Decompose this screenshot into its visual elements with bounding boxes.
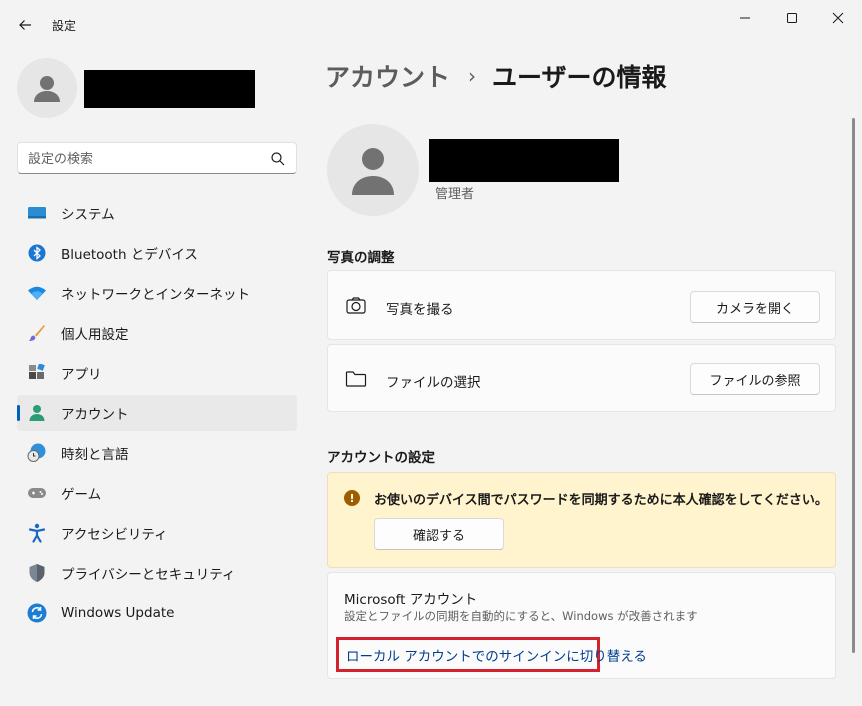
user-avatar [327, 124, 419, 216]
account-settings-title: アカウントの設定 [327, 450, 435, 466]
wifi-icon [27, 283, 47, 303]
sidebar-item-label: アクセシビリティ [61, 527, 168, 543]
bluetooth-icon [27, 243, 47, 263]
clock-globe-icon [27, 443, 47, 463]
verify-identity-banner: ! お使いのデバイス間でパスワードを同期するために本人確認をしてください。 確認… [327, 472, 836, 568]
close-icon [832, 12, 844, 24]
title-bar: 設定 [0, 0, 862, 48]
sidebar-item-time-language[interactable]: 時刻と言語 [17, 435, 297, 471]
sidebar-item-label: Windows Update [61, 605, 175, 621]
sidebar-nav: システム Bluetooth とデバイス ネットワークとインターネット 個人用設… [17, 195, 297, 635]
sidebar-item-privacy[interactable]: プライバシーとセキュリティ [17, 555, 297, 591]
take-photo-card: 写真を撮る カメラを開く [327, 270, 836, 340]
breadcrumb: アカウント › ユーザーの情報 [325, 58, 667, 94]
search-box[interactable] [17, 142, 297, 174]
sidebar-item-label: プライバシーとセキュリティ [61, 567, 236, 583]
sidebar-item-system[interactable]: システム [17, 195, 297, 231]
sidebar-item-apps[interactable]: アプリ [17, 355, 297, 391]
chevron-right-icon: › [468, 64, 477, 88]
open-camera-button[interactable]: カメラを開く [690, 291, 820, 323]
user-role: 管理者 [435, 187, 475, 202]
profile-avatar[interactable] [17, 58, 77, 118]
highlight-box: ローカル アカウントでのサインインに切り替える [336, 637, 647, 672]
microsoft-account-description: 設定とファイルの同期を自動的にすると、Windows が改善されます [344, 609, 698, 623]
sidebar-item-windows-update[interactable]: Windows Update [17, 595, 297, 631]
scrollbar[interactable] [852, 118, 855, 653]
back-button[interactable] [14, 14, 36, 36]
user-name-redacted [429, 139, 619, 182]
apps-icon [27, 363, 47, 383]
microsoft-account-title: Microsoft アカウント [344, 592, 478, 608]
page-title: ユーザーの情報 [492, 63, 667, 92]
choose-file-label: ファイルの選択 [386, 375, 481, 391]
switch-to-local-account-link[interactable]: ローカル アカウントでのサインインに切り替える [346, 645, 647, 665]
sidebar-item-label: ゲーム [61, 487, 102, 503]
maximize-button[interactable] [777, 8, 807, 28]
breadcrumb-parent[interactable]: アカウント [325, 58, 450, 94]
account-icon [27, 403, 47, 423]
accessibility-icon [27, 523, 47, 543]
browse-files-button[interactable]: ファイルの参照 [690, 363, 820, 395]
search-input[interactable] [28, 149, 258, 169]
sidebar-item-label: システム [61, 207, 115, 223]
sidebar-item-gaming[interactable]: ゲーム [17, 475, 297, 511]
photo-section-title: 写真の調整 [327, 250, 395, 266]
take-photo-label: 写真を撮る [386, 302, 454, 318]
sidebar-item-label: Bluetooth とデバイス [61, 247, 198, 263]
sidebar-item-label: 時刻と言語 [61, 447, 129, 463]
minimize-icon [740, 17, 750, 19]
update-icon [27, 603, 47, 623]
person-icon [352, 148, 394, 195]
maximize-icon [787, 13, 797, 23]
camera-icon [344, 294, 368, 318]
sidebar-item-bluetooth[interactable]: Bluetooth とデバイス [17, 235, 297, 271]
sidebar-item-personalization[interactable]: 個人用設定 [17, 315, 297, 351]
shield-icon [27, 563, 47, 583]
choose-file-card: ファイルの選択 ファイルの参照 [327, 344, 836, 412]
profile-name-redacted [84, 70, 255, 108]
system-icon [27, 203, 47, 223]
sidebar-item-label: アプリ [61, 367, 102, 383]
search-icon[interactable] [270, 151, 286, 167]
brush-icon [27, 323, 47, 343]
sidebar-item-label: 個人用設定 [61, 327, 129, 343]
app-title: 設定 [52, 19, 77, 33]
folder-icon [344, 367, 368, 391]
minimize-button[interactable] [730, 8, 760, 28]
gamepad-icon [27, 483, 47, 503]
sidebar-item-network[interactable]: ネットワークとインターネット [17, 275, 297, 311]
verify-button[interactable]: 確認する [374, 518, 504, 550]
warning-text: お使いのデバイス間でパスワードを同期するために本人確認をしてください。 [374, 493, 828, 508]
warning-icon: ! [344, 490, 360, 506]
sidebar-item-accounts[interactable]: アカウント [17, 395, 297, 431]
arrow-left-icon [19, 20, 31, 30]
sidebar-item-accessibility[interactable]: アクセシビリティ [17, 515, 297, 551]
microsoft-account-card: Microsoft アカウント 設定とファイルの同期を自動的にすると、Windo… [327, 572, 836, 679]
close-button[interactable] [823, 8, 853, 28]
person-icon [34, 76, 60, 102]
sidebar-item-label: ネットワークとインターネット [61, 287, 250, 303]
sidebar-item-label: アカウント [61, 407, 129, 423]
